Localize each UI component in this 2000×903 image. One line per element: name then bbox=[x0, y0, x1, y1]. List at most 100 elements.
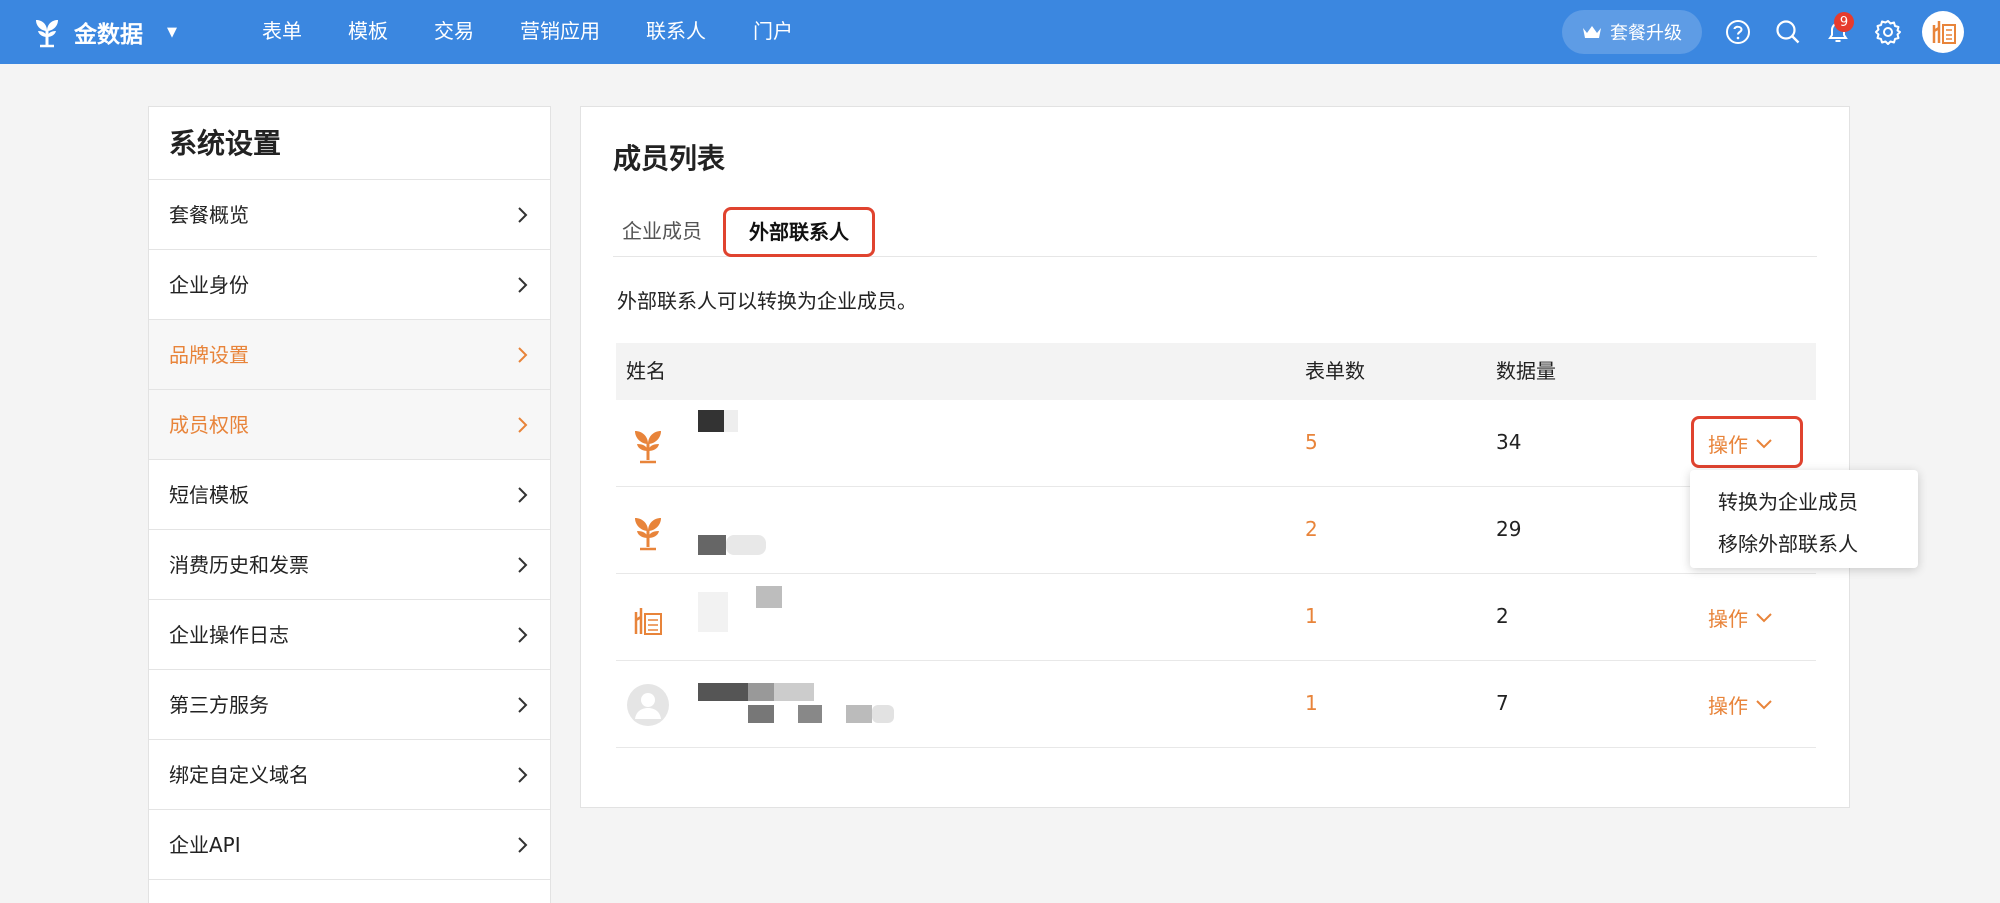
sidebar-item-brand-settings[interactable]: 品牌设置 bbox=[149, 320, 550, 390]
table-row: 5 34 操作 bbox=[616, 400, 1816, 487]
notification-badge: 9 bbox=[1834, 12, 1854, 32]
redacted-name bbox=[846, 705, 872, 723]
forms-count[interactable]: 1 bbox=[1305, 691, 1318, 715]
table-row: 1 2 操作 bbox=[616, 574, 1816, 661]
sidebar-item-enterprise-identity[interactable]: 企业身份 bbox=[149, 250, 550, 320]
action-dropdown-button[interactable]: 操作 bbox=[1708, 429, 1772, 458]
redacted-name bbox=[698, 592, 728, 632]
sidebar-item-label: 成员权限 bbox=[169, 413, 249, 437]
sidebar-item-sms-templates[interactable]: 短信模板 bbox=[149, 460, 550, 530]
forms-count[interactable]: 1 bbox=[1305, 604, 1318, 628]
avatar bbox=[635, 518, 661, 551]
avatar bbox=[634, 608, 662, 635]
redacted-name bbox=[698, 683, 748, 701]
nav-contacts[interactable]: 联系人 bbox=[646, 17, 706, 45]
data-count: 34 bbox=[1496, 430, 1522, 454]
crown-icon bbox=[1583, 26, 1601, 38]
chevron-right-icon bbox=[518, 557, 528, 573]
top-navbar: 金数据 ▼ 表单 模板 交易 营销应用 联系人 门户 套餐升级 9 bbox=[0, 0, 2000, 64]
sidebar-item-label: 绑定自定义域名 bbox=[169, 763, 309, 787]
chevron-down-icon bbox=[1756, 612, 1772, 622]
action-dropdown-button[interactable]: 操作 bbox=[1708, 690, 1772, 719]
table-header: 姓名 表单数 数据量 bbox=[616, 343, 1816, 400]
chevron-right-icon bbox=[518, 487, 528, 503]
help-icon[interactable] bbox=[1720, 14, 1756, 50]
action-label: 操作 bbox=[1708, 607, 1748, 631]
redacted-name bbox=[698, 410, 724, 432]
forms-count[interactable]: 2 bbox=[1305, 517, 1318, 541]
redacted-name bbox=[698, 535, 726, 555]
chevron-down-icon bbox=[1756, 438, 1772, 448]
column-header-name: 姓名 bbox=[626, 359, 666, 383]
action-dropdown-menu: 转换为企业成员 移除外部联系人 bbox=[1690, 470, 1918, 568]
sidebar-item-plan-overview[interactable]: 套餐概览 bbox=[149, 180, 550, 250]
redacted-name bbox=[748, 705, 774, 723]
nav-templates[interactable]: 模板 bbox=[348, 17, 388, 45]
tab-enterprise-members[interactable]: 企业成员 bbox=[622, 213, 702, 249]
upgrade-label: 套餐升级 bbox=[1610, 23, 1682, 44]
redacted-name bbox=[748, 683, 774, 701]
menu-item-convert-to-member[interactable]: 转换为企业成员 bbox=[1718, 486, 1858, 515]
tab-description: 外部联系人可以转换为企业成员。 bbox=[617, 289, 917, 313]
action-label: 操作 bbox=[1708, 433, 1748, 457]
brand-name: 金数据 bbox=[74, 22, 143, 48]
data-count: 2 bbox=[1496, 604, 1509, 628]
sidebar-item-billing-history[interactable]: 消费历史和发票 bbox=[149, 530, 550, 600]
sidebar-item-member-permissions[interactable]: 成员权限 bbox=[149, 390, 550, 460]
sidebar-item-label: 短信模板 bbox=[169, 483, 249, 507]
chevron-right-icon bbox=[518, 417, 528, 433]
sidebar-item-label: 消费历史和发票 bbox=[169, 553, 309, 577]
sidebar-item-label: 第三方服务 bbox=[169, 693, 269, 717]
avatar bbox=[635, 431, 661, 464]
gear-icon[interactable] bbox=[1870, 14, 1906, 50]
member-table: 姓名 表单数 数据量 5 34 操作 2 29 1 2 操作 1 7 操作 bbox=[616, 343, 1816, 748]
chevron-right-icon bbox=[518, 347, 528, 363]
data-count: 29 bbox=[1496, 517, 1522, 541]
data-count: 7 bbox=[1496, 691, 1509, 715]
member-tabs: 企业成员 外部联系人 bbox=[613, 201, 1817, 257]
column-header-forms: 表单数 bbox=[1305, 359, 1365, 383]
search-icon[interactable] bbox=[1770, 14, 1806, 50]
chevron-right-icon bbox=[518, 767, 528, 783]
action-label: 操作 bbox=[1708, 694, 1748, 718]
chevron-down-icon bbox=[1756, 699, 1772, 709]
brand[interactable]: 金数据 ▼ bbox=[30, 12, 177, 52]
menu-item-remove-contact[interactable]: 移除外部联系人 bbox=[1718, 528, 1858, 557]
action-dropdown-button[interactable]: 操作 bbox=[1708, 603, 1772, 632]
nav-marketing-apps[interactable]: 营销应用 bbox=[520, 17, 600, 45]
member-list-panel: 成员列表 企业成员 外部联系人 外部联系人可以转换为企业成员。 姓名 表单数 数… bbox=[580, 106, 1850, 808]
sidebar-item-label: 品牌设置 bbox=[169, 343, 249, 367]
chevron-right-icon bbox=[518, 697, 528, 713]
redacted-name bbox=[798, 705, 822, 723]
brand-logo-icon bbox=[36, 20, 58, 48]
sidebar-item-third-party[interactable]: 第三方服务 bbox=[149, 670, 550, 740]
upgrade-plan-button[interactable]: 套餐升级 bbox=[1562, 10, 1702, 54]
sidebar-item-custom-domain[interactable]: 绑定自定义域名 bbox=[149, 740, 550, 810]
caret-down-icon[interactable]: ▼ bbox=[167, 25, 177, 40]
table-row: 2 29 bbox=[616, 487, 1816, 574]
redacted-name bbox=[726, 535, 766, 555]
nav-transactions[interactable]: 交易 bbox=[434, 17, 474, 45]
chevron-right-icon bbox=[518, 277, 528, 293]
chevron-right-icon bbox=[518, 627, 528, 643]
sidebar-item-operation-log[interactable]: 企业操作日志 bbox=[149, 600, 550, 670]
chevron-right-icon bbox=[518, 207, 528, 223]
sidebar-item-label: 套餐概览 bbox=[169, 203, 249, 227]
table-row: 1 7 操作 bbox=[616, 661, 1816, 748]
user-avatar[interactable] bbox=[1922, 11, 1964, 53]
avatar bbox=[627, 684, 669, 726]
sidebar-item-enterprise-api[interactable]: 企业API bbox=[149, 810, 550, 880]
redacted-name bbox=[756, 586, 782, 608]
redacted-name bbox=[872, 705, 894, 723]
redacted-name bbox=[774, 683, 814, 701]
sidebar-item-label: 企业操作日志 bbox=[169, 623, 289, 647]
sidebar-item-label: 企业API bbox=[169, 833, 241, 857]
nav-portal[interactable]: 门户 bbox=[753, 17, 793, 45]
settings-sidebar: 系统设置 套餐概览 企业身份 品牌设置 成员权限 短信模板 消费历史和发票 企业… bbox=[148, 106, 551, 903]
sidebar-item-label: 企业身份 bbox=[169, 273, 249, 297]
page-title: 成员列表 bbox=[613, 142, 726, 175]
forms-count[interactable]: 5 bbox=[1305, 430, 1318, 454]
chevron-right-icon bbox=[518, 837, 528, 853]
tab-external-contacts[interactable]: 外部联系人 bbox=[723, 207, 875, 257]
nav-forms[interactable]: 表单 bbox=[262, 17, 302, 45]
